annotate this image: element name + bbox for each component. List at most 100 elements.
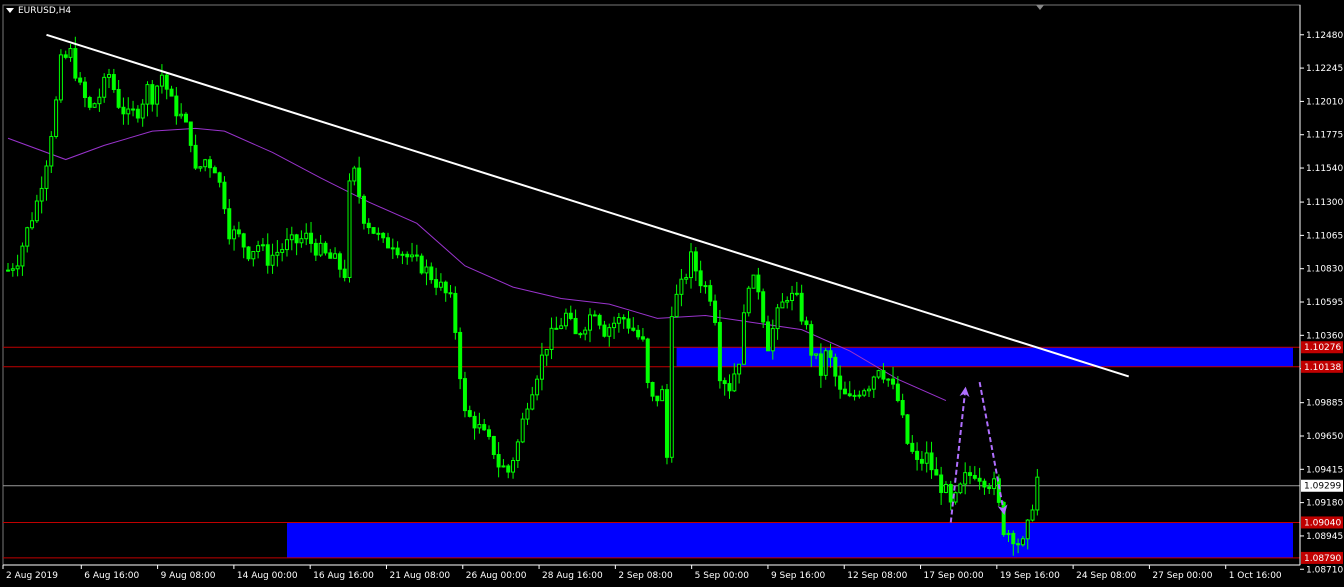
candle-body-61 — [299, 238, 304, 244]
candle-body-48 — [236, 229, 241, 235]
candle-body-124 — [602, 324, 607, 337]
candle-body-64 — [313, 242, 318, 256]
candle-body-112 — [544, 348, 549, 356]
x-tick-label-6: 26 Aug 00:00 — [466, 571, 527, 581]
candle-body-54 — [265, 244, 270, 266]
candle-body-121 — [588, 314, 593, 331]
candle-body-84 — [410, 254, 415, 258]
price-label-3: 1.09040 — [1304, 518, 1341, 528]
candle-body-177 — [857, 394, 862, 397]
candle-body-98 — [477, 424, 482, 429]
candle-body-3 — [20, 245, 25, 267]
candle-body-118 — [573, 317, 578, 335]
candle-body-2 — [15, 265, 20, 270]
candle-body-131 — [636, 329, 641, 338]
x-tick-label-13: 19 Sep 16:00 — [1000, 571, 1060, 581]
candle-body-46 — [227, 208, 232, 240]
candle-body-33 — [164, 74, 169, 90]
candle-body-60 — [294, 234, 299, 244]
candle-body-30 — [150, 84, 155, 105]
candle-body-160 — [775, 307, 780, 330]
x-tick-label-4: 16 Aug 16:00 — [313, 571, 374, 581]
candle-body-191 — [924, 452, 929, 464]
arrow-0 — [949, 386, 970, 523]
candle-body-137 — [664, 389, 669, 458]
candle-body-36 — [179, 113, 184, 117]
x-tick-label-16: 1 Oct 16:00 — [1229, 571, 1282, 581]
candle-body-26 — [131, 108, 136, 111]
x-tick-label-0: 2 Aug 2019 — [6, 571, 58, 581]
y-tick-label-14: 1.09180 — [1306, 499, 1343, 509]
candle-body-25 — [126, 108, 131, 115]
candle-body-115 — [559, 325, 564, 329]
y-tick-label-12: 1.09650 — [1306, 432, 1343, 442]
candle-body-90 — [438, 281, 443, 288]
candle-body-91 — [443, 281, 448, 294]
candle-body-51 — [251, 250, 256, 260]
plot-frame — [2, 4, 1301, 566]
candle-body-94 — [458, 331, 463, 380]
candle-body-56 — [275, 251, 280, 256]
candle-body-44 — [217, 172, 222, 183]
candle-body-157 — [761, 291, 766, 323]
candle-body-47 — [232, 229, 237, 240]
candle-body-210 — [1016, 543, 1021, 546]
candle-body-20 — [102, 76, 107, 98]
candle-body-192 — [929, 452, 934, 471]
x-tick-label-10: 9 Sep 16:00 — [771, 571, 826, 581]
candle-body-164 — [794, 292, 799, 295]
candle-body-83 — [405, 253, 410, 258]
candle-body-39 — [193, 144, 198, 169]
y-tick-label-8: 1.10595 — [1306, 298, 1343, 308]
candle-body-11 — [58, 54, 63, 101]
candle-body-62 — [304, 232, 309, 240]
candle-body-73 — [357, 167, 362, 197]
candle-body-189 — [915, 450, 920, 460]
candle-body-42 — [208, 159, 213, 169]
candle-body-110 — [535, 378, 540, 396]
candle-body-12 — [63, 54, 68, 58]
candle-body-40 — [198, 166, 203, 169]
candle-body-100 — [487, 429, 491, 437]
candle-body-207 — [1001, 501, 1006, 536]
price-chart[interactable]: 1.12480 1.12245 1.12010 1.11775 1.11540 1.113… — [0, 0, 1344, 587]
candle-body-156 — [756, 274, 761, 293]
candle-body-146 — [708, 285, 713, 302]
candle-body-145 — [703, 285, 708, 288]
candle-body-14 — [73, 48, 78, 79]
candle-body-211 — [1020, 538, 1025, 546]
candle-body-68 — [333, 253, 338, 259]
candle-body-78 — [381, 232, 386, 239]
y-tick-label-16: 1.08710 — [1306, 565, 1343, 575]
x-tick-label-7: 28 Aug 16:00 — [542, 571, 603, 581]
candle-body-178 — [862, 390, 867, 396]
candle-body-18 — [92, 103, 97, 108]
candle-body-148 — [717, 321, 722, 382]
candle-body-114 — [554, 327, 559, 330]
candle-body-116 — [563, 312, 568, 327]
candle-body-125 — [607, 327, 612, 337]
candle-body-141 — [684, 277, 689, 280]
zone-1 — [286, 522, 1294, 558]
candle-body-188 — [910, 442, 915, 452]
y-tick-label-15: 1.08945 — [1306, 532, 1343, 542]
candle-body-113 — [549, 327, 554, 350]
candle-body-165 — [799, 292, 804, 322]
candle-body-35 — [174, 95, 179, 117]
x-tick-label-1: 6 Aug 16:00 — [84, 571, 139, 581]
candle-body-109 — [530, 394, 535, 410]
y-tick-label-9: 1.10360 — [1306, 331, 1343, 341]
candle-body-67 — [328, 252, 333, 259]
candle-body-117 — [568, 312, 573, 319]
candle-body-187 — [905, 414, 910, 444]
candle-body-74 — [361, 195, 366, 224]
y-tick-label-6: 1.11065 — [1306, 231, 1343, 241]
candle-body-173 — [838, 375, 843, 390]
candle-body-200 — [968, 472, 972, 476]
candle-body-176 — [852, 394, 857, 397]
candle-body-6 — [34, 200, 39, 222]
candle-body-134 — [650, 381, 655, 397]
candle-body-95 — [462, 378, 467, 412]
y-tick-label-0: 1.12480 — [1306, 31, 1343, 41]
candle-body-172 — [833, 356, 838, 377]
